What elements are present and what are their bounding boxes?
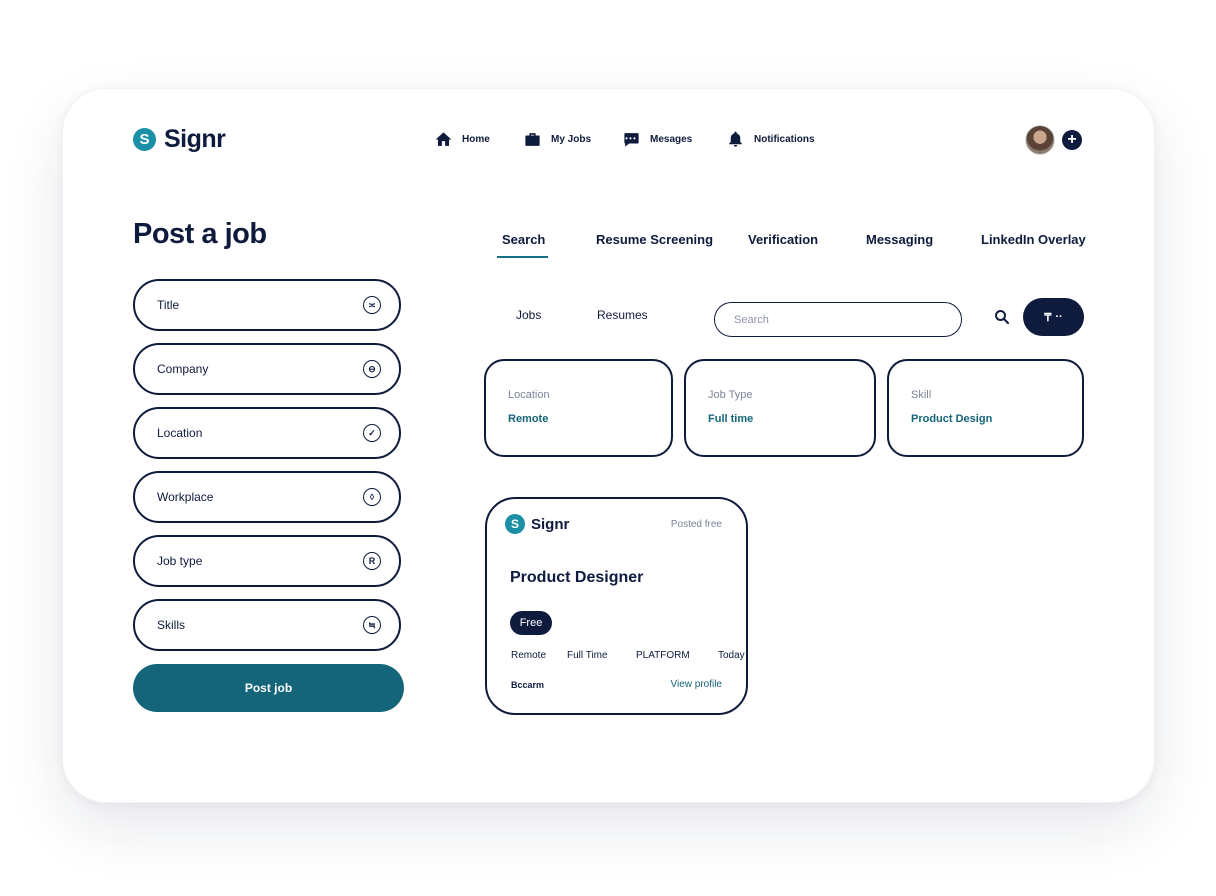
chat-icon: [624, 133, 639, 147]
job-card-meta-date: Today: [718, 650, 745, 661]
bell-icon: [729, 131, 742, 147]
nav-home[interactable]: Home: [434, 130, 490, 149]
tab-messaging[interactable]: Messaging: [866, 232, 933, 247]
tab-verification[interactable]: Verification: [748, 232, 818, 247]
job-card-meta-type: Full Time: [567, 650, 608, 661]
active-tab-indicator: [497, 256, 548, 258]
filter-job-type-value: Full time: [708, 413, 754, 425]
job-card-badge: Free: [510, 611, 552, 635]
title-field-label: Title: [157, 298, 180, 312]
tab-resume-screening[interactable]: Resume Screening: [596, 232, 713, 247]
filter-location[interactable]: Location Remote: [484, 359, 673, 457]
job-type-field-icon: R: [363, 552, 381, 570]
workplace-field-label: Workplace: [157, 490, 214, 504]
subtab-resumes[interactable]: Resumes: [597, 308, 648, 322]
post-job-button[interactable]: Post job: [133, 664, 404, 712]
filter-location-label: Location: [508, 389, 550, 401]
filter-skill-label: Skill: [911, 389, 932, 401]
location-field-icon: ✓: [363, 424, 381, 442]
page-title: Post a job: [133, 218, 267, 250]
logo-mark-icon: S: [133, 128, 156, 151]
filter-button[interactable]: ₸ ··: [1023, 298, 1084, 336]
job-card-meta-platform: PLATFORM: [636, 650, 690, 661]
job-card-meta-location: Remote: [511, 650, 547, 661]
nav-messages-label: Mesages: [650, 134, 693, 145]
search-input[interactable]: [732, 312, 936, 327]
view-profile-link[interactable]: View profile: [670, 679, 722, 690]
company-logo-icon: S: [505, 514, 525, 534]
nav-notifications-label: Notifications: [754, 134, 815, 145]
filter-skill-value: Product Design: [911, 413, 993, 425]
logo-text: Signr: [164, 125, 226, 153]
filter-job-type[interactable]: Job Type Full time: [684, 359, 876, 457]
search-field[interactable]: [714, 302, 962, 337]
job-card-company: Bccarm: [511, 680, 545, 690]
company-field-icon: ⊖: [363, 360, 381, 378]
home-icon: [435, 132, 452, 146]
skills-field[interactable]: Skills ≒: [133, 599, 401, 651]
tab-search[interactable]: Search: [502, 232, 545, 247]
title-field[interactable]: Title ≍: [133, 279, 401, 331]
job-card-title[interactable]: Product Designer: [510, 569, 643, 587]
user-avatar[interactable]: [1025, 125, 1055, 155]
nav-home-label: Home: [462, 134, 490, 145]
filter-skill[interactable]: Skill Product Design: [887, 359, 1084, 457]
nav-messages[interactable]: Mesages: [622, 130, 692, 149]
job-type-field[interactable]: Job type R: [133, 535, 401, 587]
nav-my-jobs-label: My Jobs: [551, 134, 592, 145]
app-logo[interactable]: S Signr: [133, 125, 226, 154]
skills-field-label: Skills: [157, 618, 186, 632]
company-field[interactable]: Company ⊖: [133, 343, 401, 395]
job-card-company-logo-text: Signr: [531, 515, 570, 533]
location-field-label: Location: [157, 426, 203, 440]
job-card-logo: S Signr: [505, 514, 569, 534]
nav-my-jobs[interactable]: My Jobs: [523, 130, 591, 149]
subtab-jobs[interactable]: Jobs: [516, 308, 541, 322]
filter-location-value: Remote: [508, 413, 549, 425]
search-icon[interactable]: [993, 308, 1011, 326]
skills-field-icon: ≒: [363, 616, 381, 634]
job-type-field-label: Job type: [157, 554, 203, 568]
filter-job-type-label: Job Type: [708, 389, 753, 401]
filter-icon: ₸: [1044, 311, 1052, 324]
nav-notifications[interactable]: Notifications: [726, 130, 815, 149]
job-card[interactable]: S Signr Posted free Product Designer Fre…: [485, 497, 748, 715]
briefcase-icon: [525, 133, 540, 146]
workplace-field[interactable]: Workplace ◊: [133, 471, 401, 523]
more-icon: ··: [1055, 311, 1063, 323]
company-field-label: Company: [157, 362, 209, 376]
title-field-icon: ≍: [363, 296, 381, 314]
job-card-posted: Posted free: [670, 519, 722, 530]
tab-linkedin-overlay[interactable]: LinkedIn Overlay: [981, 232, 1086, 247]
workplace-field-icon: ◊: [363, 488, 381, 506]
location-field[interactable]: Location ✓: [133, 407, 401, 459]
add-button[interactable]: +: [1062, 130, 1082, 150]
